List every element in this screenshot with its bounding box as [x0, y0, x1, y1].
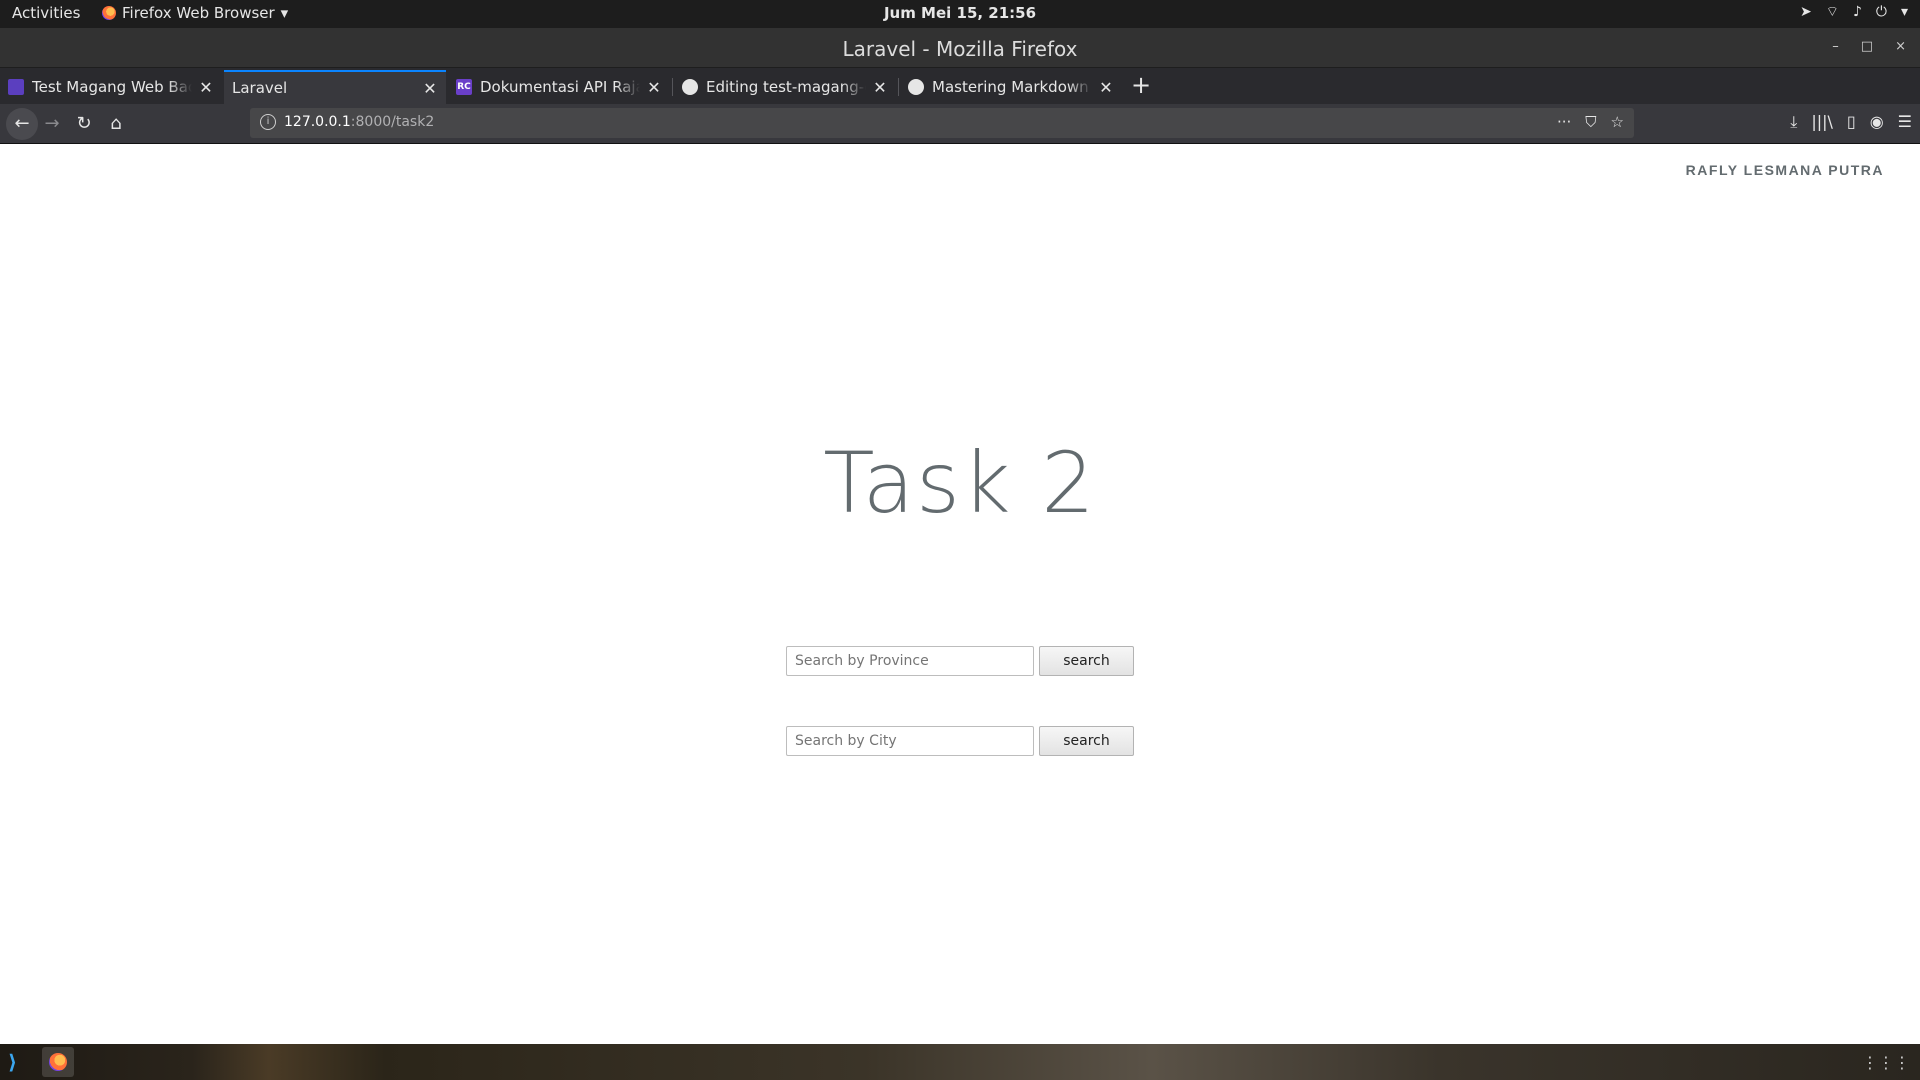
info-icon[interactable]: i — [260, 114, 276, 130]
tab-laravel[interactable]: Laravel ✕ — [224, 70, 446, 104]
tab-separator — [898, 78, 899, 96]
volume-icon[interactable]: ♪ — [1853, 4, 1862, 20]
telegram-icon[interactable]: ➤ — [1800, 4, 1812, 20]
doc-icon — [8, 79, 24, 95]
firefox-icon — [49, 1053, 67, 1071]
tab-label: Mastering Markdown · G — [932, 78, 1092, 96]
maximize-button[interactable]: □ — [1861, 39, 1873, 54]
power-icon[interactable]: ⏻ — [1876, 4, 1887, 20]
clock[interactable]: Jum Mei 15, 21:56 — [0, 4, 1920, 22]
page-title: Task 2 — [823, 434, 1097, 532]
show-applications-icon[interactable]: ⋮⋮⋮ — [1862, 1053, 1910, 1072]
tab-test-magang[interactable]: Test Magang Web Backe ✕ — [0, 70, 222, 104]
tab-separator — [672, 78, 673, 96]
minimize-button[interactable]: – — [1832, 39, 1839, 54]
url-text[interactable]: 127.0.0.1:8000/task2 — [284, 114, 434, 130]
close-icon[interactable]: ✕ — [646, 78, 662, 97]
tab-label: Editing test-magang-do — [706, 78, 866, 96]
window-title-bar: Laravel - Mozilla Firefox – □ × — [0, 28, 1920, 68]
province-search-input[interactable] — [786, 646, 1034, 676]
url-host: 127.0.0.1 — [284, 114, 351, 130]
hamburger-menu-icon[interactable]: ☰ — [1898, 112, 1912, 132]
system-tray[interactable]: ➤ ⌔ ♪ ⏻ ▾ — [1800, 3, 1908, 21]
vscode-icon[interactable]: ⟩ — [8, 1052, 28, 1072]
chevron-down-icon[interactable]: ▾ — [1901, 4, 1908, 20]
sidebar-icon[interactable]: ▯ — [1847, 112, 1856, 132]
window-controls: – □ × — [1832, 39, 1906, 54]
page-actions-icon[interactable]: ··· — [1557, 113, 1571, 131]
home-button[interactable]: ⌂ — [104, 112, 128, 136]
close-icon[interactable]: ✕ — [872, 78, 888, 97]
tab-editing-test-magang[interactable]: Editing test-magang-do ✕ — [674, 70, 896, 104]
tab-label: Dokumentasi API RajaO — [480, 78, 640, 96]
page-content: RAFLY LESMANA PUTRA Task 2 search search — [0, 144, 1920, 1044]
tab-label: Laravel — [232, 79, 288, 97]
toolbar-right: ⤓ |||\ ▯ ◉ ☰ — [1790, 112, 1912, 132]
city-search-input[interactable] — [786, 726, 1034, 756]
account-icon[interactable]: ◉ — [1870, 112, 1884, 132]
rc-icon: RC — [456, 79, 472, 95]
province-search-form: search — [786, 646, 1134, 676]
url-actions: ··· ⛉ ☆ — [1557, 113, 1624, 131]
close-icon[interactable]: ✕ — [1098, 78, 1114, 97]
download-icon[interactable]: ⤓ — [1790, 112, 1797, 132]
library-icon[interactable]: |||\ — [1811, 112, 1833, 132]
tab-label: Test Magang Web Backe — [32, 78, 192, 96]
tab-dokumentasi-api[interactable]: RC Dokumentasi API RajaO ✕ — [448, 70, 670, 104]
city-search-button[interactable]: search — [1039, 726, 1134, 756]
close-window-button[interactable]: × — [1895, 39, 1906, 54]
dock: ⟩ ⋮⋮⋮ — [0, 1044, 1920, 1080]
tab-strip: Test Magang Web Backe ✕ Laravel ✕ RC Dok… — [0, 68, 1920, 104]
system-top-bar: Activities Firefox Web Browser ▾ Jum Mei… — [0, 0, 1920, 28]
bookmark-star-icon[interactable]: ☆ — [1611, 113, 1624, 131]
new-tab-button[interactable]: + — [1130, 72, 1152, 100]
back-button[interactable]: ← — [6, 108, 38, 140]
tab-mastering-markdown[interactable]: Mastering Markdown · G ✕ — [900, 70, 1122, 104]
user-name-link[interactable]: RAFLY LESMANA PUTRA — [1686, 162, 1884, 178]
navigation-toolbar: ← → ↻ ⌂ i 127.0.0.1:8000/task2 ··· ⛉ ☆ ⤓… — [0, 104, 1920, 144]
city-search-form: search — [786, 726, 1134, 756]
github-icon — [682, 79, 698, 95]
forward-button[interactable]: → — [40, 112, 64, 136]
province-search-button[interactable]: search — [1039, 646, 1134, 676]
github-icon — [908, 79, 924, 95]
pocket-icon[interactable]: ⛉ — [1585, 113, 1596, 131]
window-title: Laravel - Mozilla Firefox — [842, 37, 1078, 61]
url-bar[interactable]: i 127.0.0.1:8000/task2 ··· ⛉ ☆ — [250, 108, 1634, 138]
firefox-dock-item[interactable] — [42, 1047, 74, 1077]
url-path: :8000/task2 — [350, 114, 435, 130]
close-icon[interactable]: ✕ — [198, 78, 214, 97]
reload-button[interactable]: ↻ — [72, 112, 96, 136]
wifi-icon[interactable]: ⌔ — [1826, 3, 1839, 21]
close-icon[interactable]: ✕ — [422, 79, 438, 98]
